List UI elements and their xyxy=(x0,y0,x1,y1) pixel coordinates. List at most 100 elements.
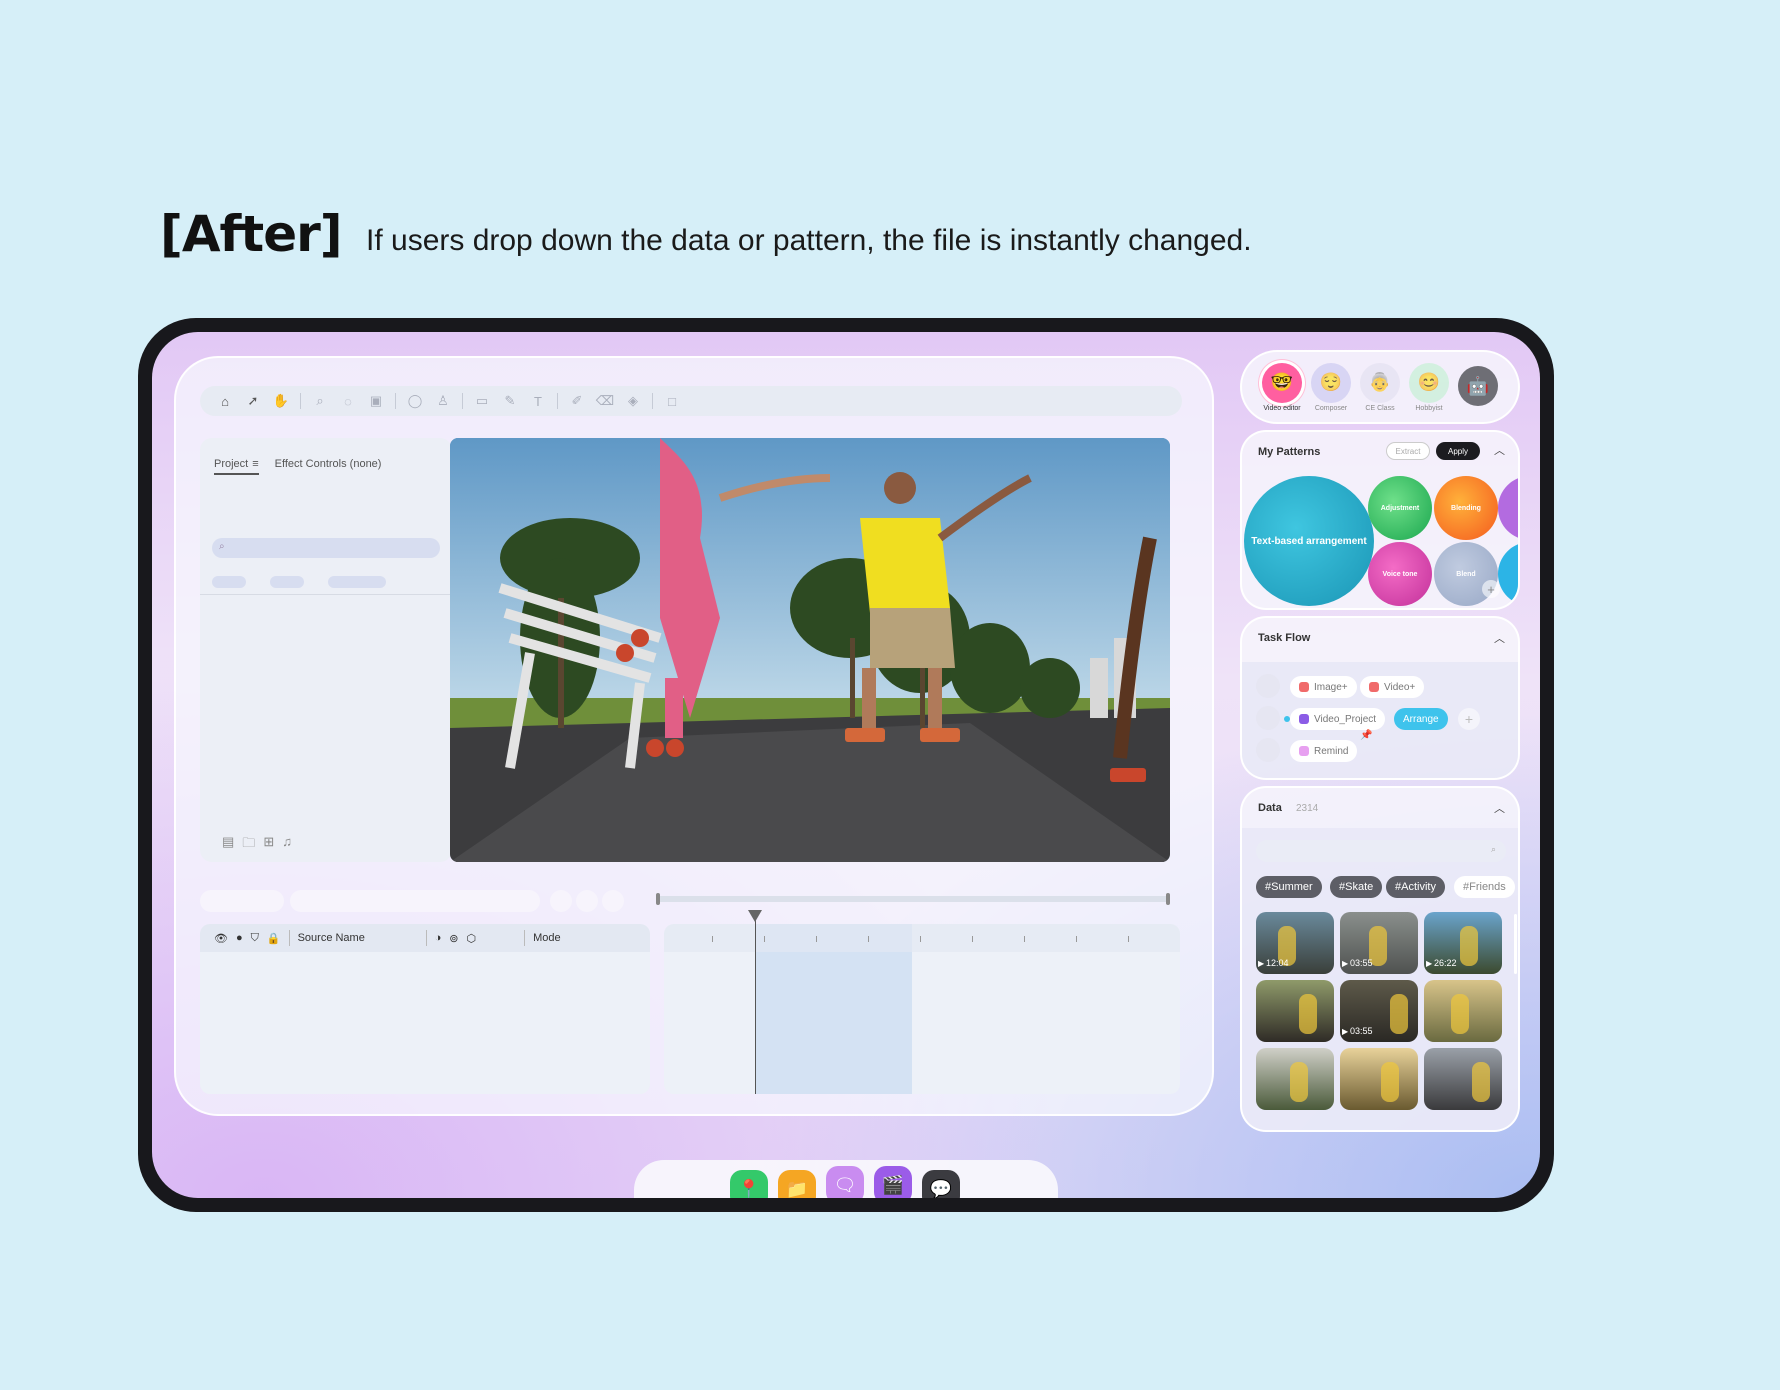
messages-app-icon[interactable]: 💬 xyxy=(922,1170,960,1198)
page-subtitle: If users drop down the data or pattern, … xyxy=(366,224,1252,257)
task-chip-video-project[interactable]: Video_Project xyxy=(1290,708,1386,730)
search-icon: ⌕ xyxy=(219,541,225,552)
arrow-icon[interactable]: ➚ xyxy=(242,390,264,412)
control-pill[interactable] xyxy=(200,890,284,912)
lasso-icon[interactable]: ◌ xyxy=(337,390,359,412)
control-dot[interactable] xyxy=(602,890,624,912)
3d-icon[interactable]: ⬡ xyxy=(466,932,476,945)
tag-summer[interactable]: #Summer xyxy=(1256,876,1322,898)
thumbnail-figure xyxy=(1390,994,1408,1034)
persona-ce-class[interactable]: 👵 CE Class xyxy=(1357,362,1403,412)
timeline-start-handle[interactable] xyxy=(656,893,660,905)
fill-icon[interactable]: ◈ xyxy=(622,390,644,412)
ruler-tick xyxy=(712,936,713,942)
time-ruler[interactable] xyxy=(664,924,1180,952)
pattern-bubble-partial[interactable] xyxy=(1498,542,1518,606)
tab-effect-controls[interactable]: Effect Controls (none) xyxy=(275,458,382,475)
pattern-bubble-partial[interactable] xyxy=(1498,476,1518,540)
data-thumbnail[interactable]: 26:22 ▶ xyxy=(1424,912,1502,974)
control-dot[interactable] xyxy=(550,890,572,912)
tag-friends[interactable]: #Friends xyxy=(1454,876,1515,898)
ruler-tick xyxy=(920,936,921,942)
task-chip-image[interactable]: Image+ xyxy=(1290,676,1357,698)
tag-icon[interactable]: ⛉ xyxy=(251,932,259,945)
stamp-icon[interactable]: ♙ xyxy=(432,390,454,412)
ruler-tick xyxy=(1076,936,1077,942)
data-search-input[interactable]: ⌕ xyxy=(1256,840,1506,862)
extract-button[interactable]: Extract xyxy=(1386,442,1430,460)
timeline-track[interactable] xyxy=(664,910,1180,1094)
layers-header: 👁 ● ⛉ 🔒 Source Name ◑ ⊚ ⬡ Mode xyxy=(200,924,650,952)
timeline-scrubber[interactable] xyxy=(656,893,1170,905)
video-preview[interactable] xyxy=(450,438,1170,862)
lock-icon[interactable]: 🔒 xyxy=(267,932,281,945)
video-icon xyxy=(1369,682,1379,692)
project-search-input[interactable]: ⌕ xyxy=(212,538,440,558)
pattern-bubble-text-based[interactable]: Text-based arrangement xyxy=(1244,476,1374,606)
pen-icon[interactable]: ✎ xyxy=(499,390,521,412)
persona-bot[interactable]: 🤖 xyxy=(1455,366,1501,408)
data-thumbnail[interactable] xyxy=(1256,1048,1334,1110)
data-thumbnail[interactable] xyxy=(1256,980,1334,1042)
persona-hobbyist[interactable]: 😊 Hobbyist xyxy=(1406,362,1452,412)
maps-app-icon[interactable]: 📍 xyxy=(730,1170,768,1198)
data-thumbnail[interactable]: 03:55 ▶ xyxy=(1340,912,1418,974)
pattern-bubble-voice-tone[interactable]: Voice tone xyxy=(1368,542,1432,606)
task-chip-video[interactable]: Video+ xyxy=(1360,676,1425,698)
solo-icon[interactable]: ● xyxy=(236,932,243,944)
data-thumbnail[interactable] xyxy=(1424,1048,1502,1110)
eraser-icon[interactable]: ⌫ xyxy=(594,390,616,412)
apply-button[interactable]: Apply xyxy=(1436,442,1480,460)
playhead[interactable] xyxy=(755,916,756,1094)
add-pattern-icon[interactable]: + xyxy=(1482,580,1500,598)
tag-skate[interactable]: #Skate xyxy=(1330,876,1383,898)
data-thumbnail[interactable]: 03:55 ▶ xyxy=(1340,980,1418,1042)
video-app-icon[interactable]: 🎬 xyxy=(874,1166,912,1198)
pattern-bubble-blending[interactable]: Blending xyxy=(1434,476,1498,540)
control-dot[interactable] xyxy=(576,890,598,912)
persona-video-editor[interactable]: 🤓 Video editor xyxy=(1259,362,1305,412)
zoom-icon[interactable]: ⌕ xyxy=(309,390,331,412)
rotate-icon[interactable]: ◯ xyxy=(404,390,426,412)
header-divider xyxy=(524,930,526,946)
control-bar[interactable] xyxy=(290,890,540,912)
blend-icon[interactable]: ◑ xyxy=(435,932,442,944)
bin-icon[interactable]: ▤ xyxy=(222,834,234,856)
brush-icon[interactable]: ✐ xyxy=(566,390,588,412)
clip-icon[interactable]: ⊞ xyxy=(263,834,274,856)
tag-activity[interactable]: #Activity xyxy=(1386,876,1445,898)
task-chip-remind[interactable]: Remind xyxy=(1290,740,1358,762)
scrollbar[interactable] xyxy=(1514,914,1517,974)
add-task-icon[interactable]: + xyxy=(1458,708,1480,730)
pattern-bubble-adjustment[interactable]: Adjustment xyxy=(1368,476,1432,540)
play-icon: ▶ xyxy=(1426,959,1433,968)
playhead-handle[interactable] xyxy=(748,910,762,922)
task-chip-arrange[interactable]: Arrange xyxy=(1394,708,1448,730)
filter-pill[interactable] xyxy=(270,576,304,588)
hand-icon[interactable]: ✋ xyxy=(270,390,292,412)
image-icon[interactable]: ▣ xyxy=(365,390,387,412)
motion-blur-icon[interactable]: ⊚ xyxy=(449,932,458,945)
data-thumbnail[interactable] xyxy=(1424,980,1502,1042)
filter-pill[interactable] xyxy=(212,576,246,588)
ruler-tick xyxy=(1024,936,1025,942)
filter-pill[interactable] xyxy=(328,576,386,588)
collapse-chevron-icon[interactable]: ︿ xyxy=(1494,630,1505,646)
persona-avatar: 👵 xyxy=(1360,362,1400,403)
notes-app-icon[interactable]: 🗨 xyxy=(826,1166,864,1198)
data-thumbnail[interactable]: 12:04 ▶ xyxy=(1256,912,1334,974)
folder-icon[interactable]: 🗀 xyxy=(242,834,255,856)
tab-project[interactable]: Project ≡ xyxy=(214,458,259,475)
persona-composer[interactable]: 😌 Composer xyxy=(1308,362,1354,412)
bell-icon[interactable]: ♫ xyxy=(282,834,292,856)
home-icon[interactable]: ⌂ xyxy=(214,390,236,412)
rect-icon[interactable]: ▭ xyxy=(471,390,493,412)
collapse-chevron-icon[interactable]: ︿ xyxy=(1494,800,1505,816)
frame-icon[interactable]: □ xyxy=(661,390,683,412)
eye-icon[interactable]: 👁 xyxy=(214,932,228,945)
files-app-icon[interactable]: 📁 xyxy=(778,1170,816,1198)
data-thumbnail[interactable] xyxy=(1340,1048,1418,1110)
collapse-chevron-icon[interactable]: ︿ xyxy=(1494,442,1505,458)
text-icon[interactable]: T xyxy=(527,390,549,412)
timeline-end-handle[interactable] xyxy=(1166,893,1170,905)
